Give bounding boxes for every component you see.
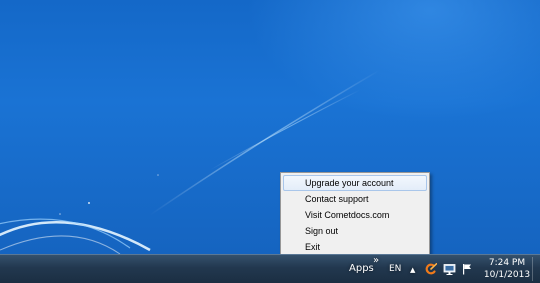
system-clock[interactable]: 7:24 PM 10/1/2013 — [478, 257, 536, 281]
menu-item-upgrade-account[interactable]: Upgrade your account — [283, 175, 427, 191]
desktop-background — [0, 0, 540, 254]
menu-item-exit[interactable]: Exit — [283, 239, 427, 255]
toolbar-overflow-chevron-icon[interactable]: » — [373, 255, 379, 267]
show-hidden-icons-icon[interactable]: ▲ — [410, 264, 415, 276]
clock-time: 7:24 PM — [488, 258, 526, 268]
language-indicator[interactable]: EN — [389, 263, 401, 275]
menu-item-contact-support[interactable]: Contact support — [283, 191, 427, 207]
menu-item-visit-cometdocs[interactable]: Visit Cometdocs.com — [283, 207, 427, 223]
action-center-flag-icon[interactable] — [461, 263, 473, 275]
show-desktop-divider — [532, 257, 533, 281]
cometdocs-icon[interactable] — [424, 263, 437, 276]
network-icon[interactable] — [443, 263, 456, 276]
desktop-light-streaks — [0, 69, 381, 254]
menu-item-sign-out[interactable]: Sign out — [283, 223, 427, 239]
tray-context-menu: Upgrade your account Contact support Vis… — [280, 172, 430, 256]
apps-toolbar-label[interactable]: Apps — [349, 263, 374, 275]
clock-date: 10/1/2013 — [483, 270, 531, 280]
taskbar: Apps » EN ▲ 7:24 PM 10/1/2013 — [0, 254, 540, 283]
